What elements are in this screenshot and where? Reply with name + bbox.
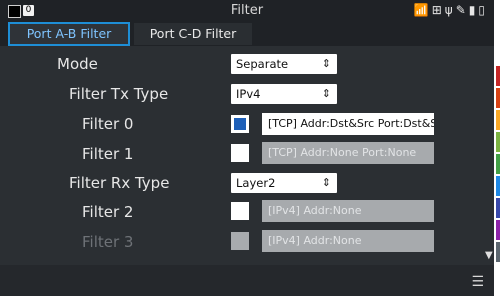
- filter-2-field[interactable]: [IPv4] Addr:None: [262, 200, 434, 222]
- wifi-icon: 📶: [413, 3, 432, 17]
- tx-type-select-value: IPv4: [236, 87, 261, 101]
- tab-port-c-d[interactable]: Port C-D Filter: [134, 23, 252, 45]
- side-color-swatch: [496, 198, 500, 218]
- side-color-swatch: [496, 154, 500, 174]
- menu-list-icon[interactable]: ☰: [471, 274, 484, 290]
- filter-1-label: Filter 1: [82, 145, 134, 163]
- filter-0-checkbox[interactable]: [231, 115, 249, 133]
- side-color-swatch: [496, 220, 500, 240]
- rx-type-select-value: Layer2: [236, 176, 276, 190]
- filter-2-checkbox[interactable]: [231, 202, 249, 220]
- side-color-swatch: [496, 176, 500, 196]
- updown-chevron-icon: ⇕: [321, 87, 331, 100]
- rx-type-label: Filter Rx Type: [69, 174, 170, 192]
- pen-icon: ✎: [455, 3, 469, 17]
- filter-0-field[interactable]: [TCP] Addr:Dst&Src Port:Dst&Src: [262, 113, 434, 135]
- filter-3-field: [IPv4] Addr:None: [262, 230, 434, 252]
- status-icons: 📶⊞ψ✎▮▯: [414, 3, 488, 17]
- filter-1-checkbox[interactable]: [231, 144, 249, 162]
- sd-card-icon: ▮: [468, 3, 479, 17]
- tab-strip: Port A-B Filter Port C-D Filter: [0, 22, 494, 46]
- mode-label: Mode: [57, 55, 98, 73]
- app-screen: 0 Filter 📶⊞ψ✎▮▯ Port A-B Filter Port C-D…: [0, 0, 494, 296]
- rx-type-select[interactable]: Layer2 ⇕: [231, 173, 337, 193]
- side-color-swatch: [496, 132, 500, 152]
- side-color-swatch: [496, 242, 500, 262]
- scroll-down-arrow-icon[interactable]: ▼: [485, 250, 493, 261]
- updown-chevron-icon: ⇕: [321, 57, 331, 70]
- battery-icon: ▯: [478, 3, 488, 17]
- filter-3-checkbox: [231, 232, 249, 250]
- network-icon: ⊞: [431, 3, 445, 17]
- mode-select[interactable]: Separate ⇕: [231, 54, 337, 74]
- usb-icon: ψ: [444, 3, 456, 17]
- filter-0-label: Filter 0: [82, 115, 134, 133]
- filter-1-field[interactable]: [TCP] Addr:None Port:None: [262, 142, 434, 164]
- title-bar: 0 Filter 📶⊞ψ✎▮▯: [0, 0, 494, 22]
- side-color-swatch: [496, 88, 500, 108]
- side-color-swatch: [496, 110, 500, 130]
- bottom-bar: ☰: [0, 265, 494, 296]
- mode-select-value: Separate: [236, 57, 289, 71]
- filter-3-label: Filter 3: [82, 233, 134, 251]
- tx-type-select[interactable]: IPv4 ⇕: [231, 84, 337, 104]
- tx-type-label: Filter Tx Type: [69, 85, 169, 103]
- filter-2-label: Filter 2: [82, 203, 134, 221]
- tab-port-a-b[interactable]: Port A-B Filter: [8, 22, 130, 46]
- side-color-swatch: [496, 66, 500, 86]
- updown-chevron-icon: ⇕: [321, 176, 331, 189]
